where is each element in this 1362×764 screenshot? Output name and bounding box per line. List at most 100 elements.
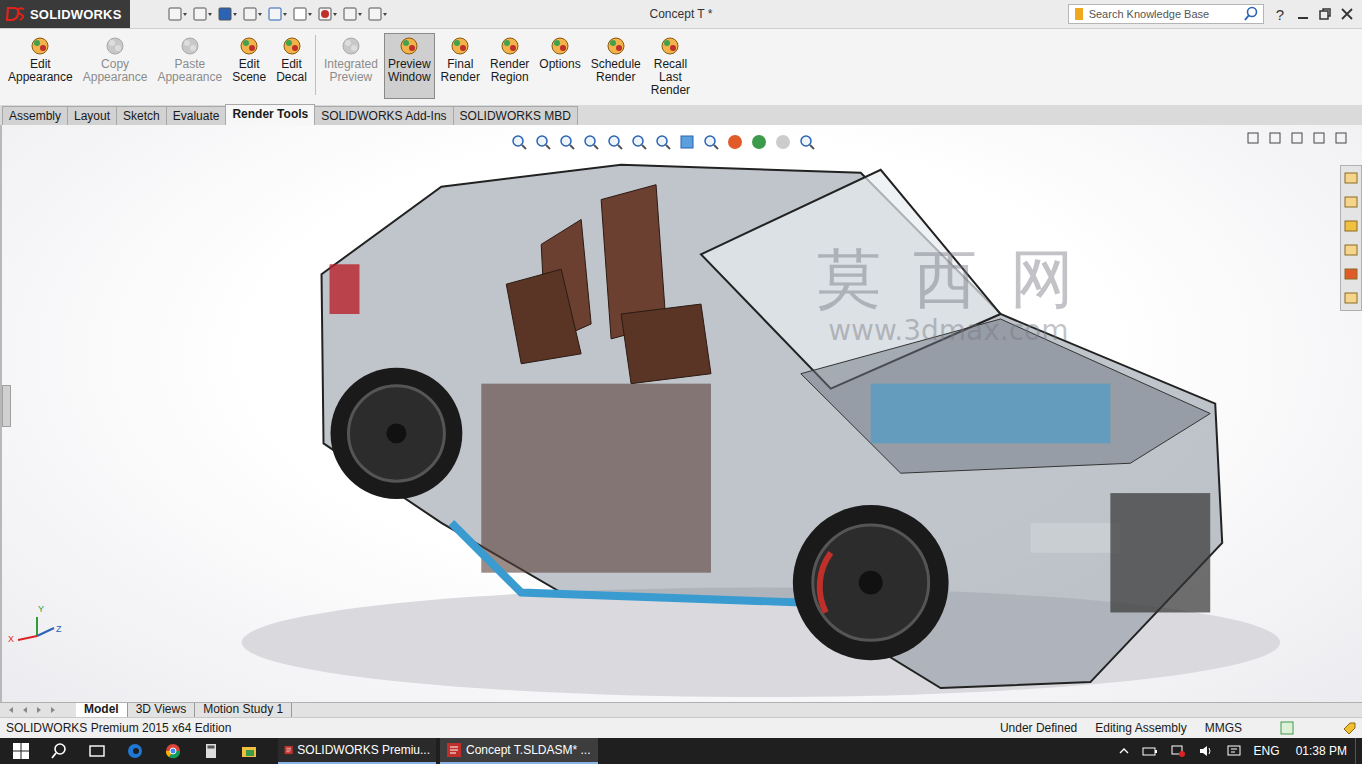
show-desktop-button[interactable]: [1355, 738, 1362, 764]
viewport-control-icon[interactable]: [1334, 131, 1348, 145]
notifications-icon[interactable]: [1226, 744, 1242, 758]
command-button[interactable]: EditAppearance: [4, 33, 77, 88]
view-tool-icon[interactable]: [558, 133, 576, 151]
quick-access-icon[interactable]: [266, 6, 288, 22]
show-hidden-icon[interactable]: [1118, 745, 1130, 757]
calculator-icon[interactable]: [202, 742, 220, 760]
solidworks-app-icon: [284, 742, 293, 758]
view-tab[interactable]: Model: [76, 703, 128, 717]
command-tab[interactable]: Assembly: [2, 106, 68, 125]
taskbar-task[interactable]: Concept T.SLDASM* ...: [440, 738, 598, 764]
viewport-control-icon[interactable]: [1268, 131, 1282, 145]
graphics-area[interactable]: 莫 西 网www.3dmax.comYXZ: [0, 125, 1362, 702]
task-pane-tabs: [1340, 165, 1362, 311]
search-icon[interactable]: [50, 742, 68, 760]
quick-tips-icon[interactable]: [1280, 721, 1294, 735]
viewport-control-icon[interactable]: [1312, 131, 1326, 145]
quick-access-icon[interactable]: [191, 6, 213, 22]
view-tool-icon[interactable]: [798, 133, 816, 151]
viewport-control-icon[interactable]: [1246, 131, 1260, 145]
view-tool-icon[interactable]: [510, 133, 528, 151]
command-button[interactable]: EditDecal: [272, 33, 311, 88]
quick-access-icon[interactable]: [216, 6, 238, 22]
view-tool-icon[interactable]: [774, 133, 792, 151]
title-bar: SOLIDWORKSConcept T *Search Knowledge Ba…: [0, 0, 1362, 29]
command-tab[interactable]: Render Tools: [225, 104, 315, 125]
render-tool-icon: [606, 36, 626, 56]
command-tab[interactable]: Sketch: [116, 106, 167, 125]
feature-tree-toggle[interactable]: [2, 385, 11, 427]
view-tool-icon[interactable]: [606, 133, 624, 151]
view-tab[interactable]: 3D Views: [128, 703, 195, 717]
windows-start-icon[interactable]: [12, 742, 30, 760]
command-button[interactable]: Options: [535, 33, 584, 75]
viewport-control-icon[interactable]: [1290, 131, 1304, 145]
status-bar: SOLIDWORKS Premium 2015 x64 EditionUnder…: [0, 717, 1362, 738]
command-tab[interactable]: Evaluate: [166, 106, 227, 125]
quick-access-icon[interactable]: [316, 6, 338, 22]
view-tool-icon[interactable]: [750, 133, 768, 151]
scroll-arrow-icon[interactable]: [6, 705, 16, 715]
restore-icon[interactable]: [1318, 7, 1332, 21]
command-button[interactable]: EditScene: [228, 33, 270, 88]
command-button[interactable]: FinalRender: [437, 33, 484, 88]
quick-access-icon[interactable]: [291, 6, 313, 22]
task-pane-icon[interactable]: [1343, 242, 1359, 258]
view-tab[interactable]: Motion Study 1: [195, 703, 292, 717]
quick-access-icon[interactable]: [366, 6, 388, 22]
scroll-arrow-icon[interactable]: [20, 705, 30, 715]
scroll-arrow-icon[interactable]: [34, 705, 44, 715]
command-button[interactable]: RenderRegion: [486, 33, 533, 88]
view-tool-icon[interactable]: [678, 133, 696, 151]
command-button[interactable]: PreviewWindow: [384, 33, 435, 99]
network-icon[interactable]: [1170, 744, 1186, 758]
file-explorer-icon[interactable]: [240, 742, 258, 760]
command-button[interactable]: IntegratedPreview: [320, 33, 382, 88]
search-icon[interactable]: [1243, 6, 1259, 22]
chrome-icon[interactable]: [164, 742, 182, 760]
view-tool-icon[interactable]: [654, 133, 672, 151]
task-pane-icon[interactable]: [1343, 290, 1359, 306]
task-pane-icon[interactable]: [1343, 218, 1359, 234]
view-tool-icon[interactable]: [630, 133, 648, 151]
search-field[interactable]: Search Knowledge Base: [1068, 4, 1264, 24]
task-pane-icon[interactable]: [1343, 170, 1359, 186]
taskbar-task[interactable]: SOLIDWORKS Premiu...: [278, 738, 436, 764]
view-tool-icon[interactable]: [534, 133, 552, 151]
help-button[interactable]: ?: [1272, 6, 1288, 23]
input-language[interactable]: ENG: [1254, 744, 1280, 758]
command-tab[interactable]: SOLIDWORKS MBD: [453, 106, 578, 125]
command-button[interactable]: RecallLastRender: [647, 33, 694, 101]
task-pane-icon[interactable]: [1343, 266, 1359, 282]
close-icon[interactable]: [1340, 7, 1354, 21]
view-tool-icon[interactable]: [726, 133, 744, 151]
view-tool-icon[interactable]: [582, 133, 600, 151]
heads-up-toolbar: [510, 133, 816, 151]
viewport-window-controls: [1246, 131, 1348, 145]
task-view-icon[interactable]: [88, 742, 106, 760]
quick-access-icon[interactable]: [166, 6, 188, 22]
minimize-icon[interactable]: [1296, 7, 1310, 21]
status-item: Under Defined: [1000, 721, 1077, 735]
quick-access-icon[interactable]: [341, 6, 363, 22]
quick-access-icon[interactable]: [241, 6, 263, 22]
command-button[interactable]: ScheduleRender: [587, 33, 645, 88]
tag-icon[interactable]: [1342, 721, 1356, 735]
app-logo[interactable]: SOLIDWORKS: [0, 0, 130, 28]
status-item: MMGS: [1205, 721, 1242, 735]
task-pane-icon[interactable]: [1343, 194, 1359, 210]
clock[interactable]: 01:38 PM: [1296, 744, 1347, 758]
separator: [315, 35, 316, 95]
power-icon[interactable]: [1142, 745, 1158, 757]
car-model-render: [2, 125, 1362, 702]
volume-icon[interactable]: [1198, 744, 1214, 758]
command-tab[interactable]: Layout: [67, 106, 117, 125]
windows-taskbar: SOLIDWORKS Premiu...Concept T.SLDASM* ..…: [0, 738, 1362, 764]
view-tool-icon[interactable]: [702, 133, 720, 151]
command-button[interactable]: PasteAppearance: [153, 33, 226, 88]
status-item: Editing Assembly: [1095, 721, 1186, 735]
command-tab[interactable]: SOLIDWORKS Add-Ins: [314, 106, 453, 125]
edge-icon[interactable]: [126, 742, 144, 760]
scroll-arrow-icon[interactable]: [48, 705, 58, 715]
command-button[interactable]: CopyAppearance: [79, 33, 152, 88]
